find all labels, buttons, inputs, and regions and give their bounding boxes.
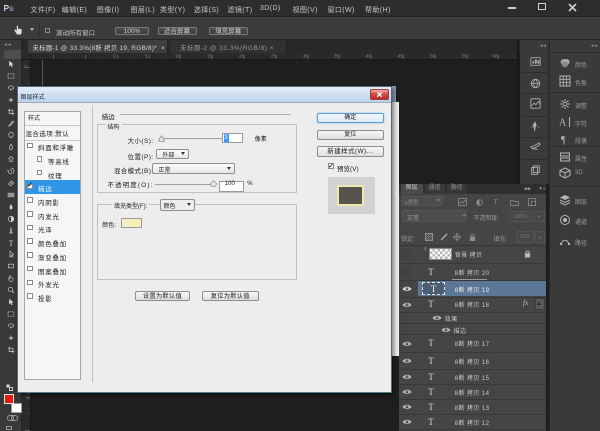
svg-text:¶: ¶ [561, 135, 566, 145]
svg-text:A: A [559, 118, 567, 129]
